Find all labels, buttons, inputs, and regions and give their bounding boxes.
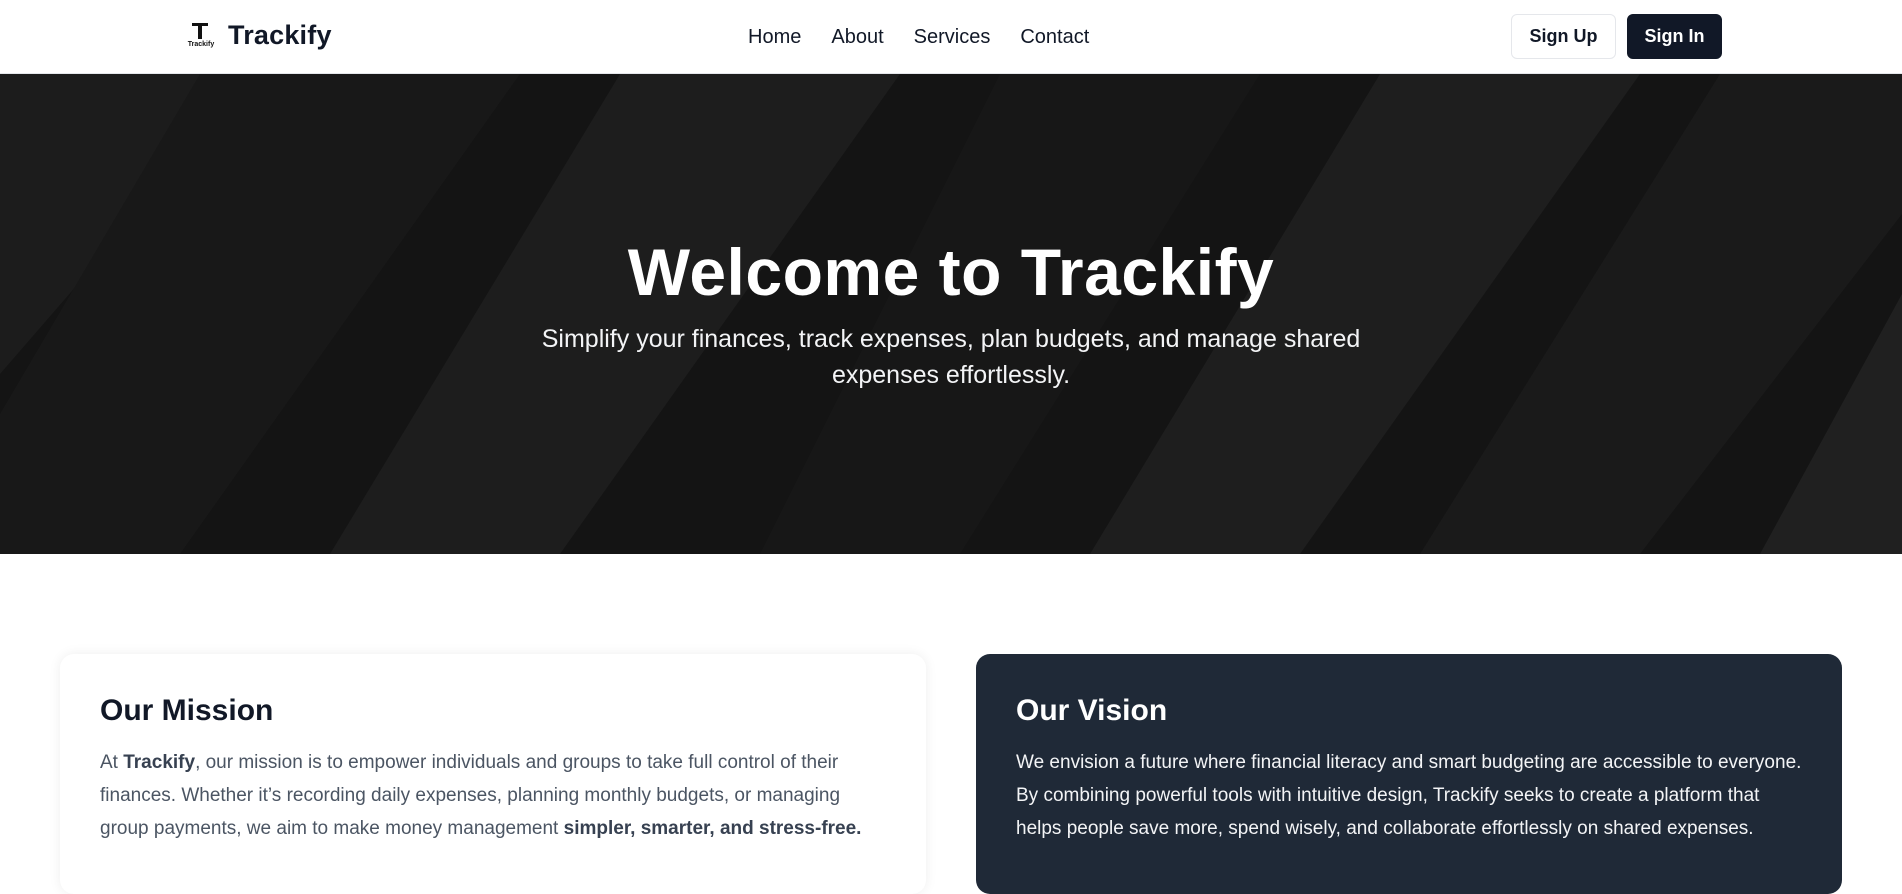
mission-text: At Trackify, our mission is to empower i… [100,752,862,839]
nav-contact[interactable]: Contact [1020,26,1089,49]
hero-background-pattern [0,74,1902,554]
top-navbar: Trackify Trackify Home About Services Co… [0,0,1902,74]
trackify-logo-icon: Trackify [184,21,218,51]
vision-card: Our Vision We envision a future where fi… [976,654,1842,894]
brand-logo[interactable]: Trackify Trackify [184,20,332,51]
hero-banner: Welcome to Trackify Simplify your financ… [0,74,1902,554]
vision-heading: Our Vision [1016,694,1168,727]
nav-services[interactable]: Services [914,26,991,49]
nav-about[interactable]: About [831,26,883,49]
hero-title: Welcome to Trackify [627,235,1275,309]
main-menu: Home About Services Contact [748,26,1089,49]
sign-up-button[interactable]: Sign Up [1511,14,1616,59]
vision-text: We envision a future where financial lit… [1016,752,1802,839]
hero-subtitle: Simplify your finances, track expenses, … [541,325,1361,389]
brand-name: Trackify [228,20,332,50]
nav-home[interactable]: Home [748,26,801,49]
sign-in-button[interactable]: Sign In [1627,14,1722,59]
mission-heading: Our Mission [100,694,274,727]
mission-card: Our Mission At Trackify, our mission is … [60,654,926,894]
